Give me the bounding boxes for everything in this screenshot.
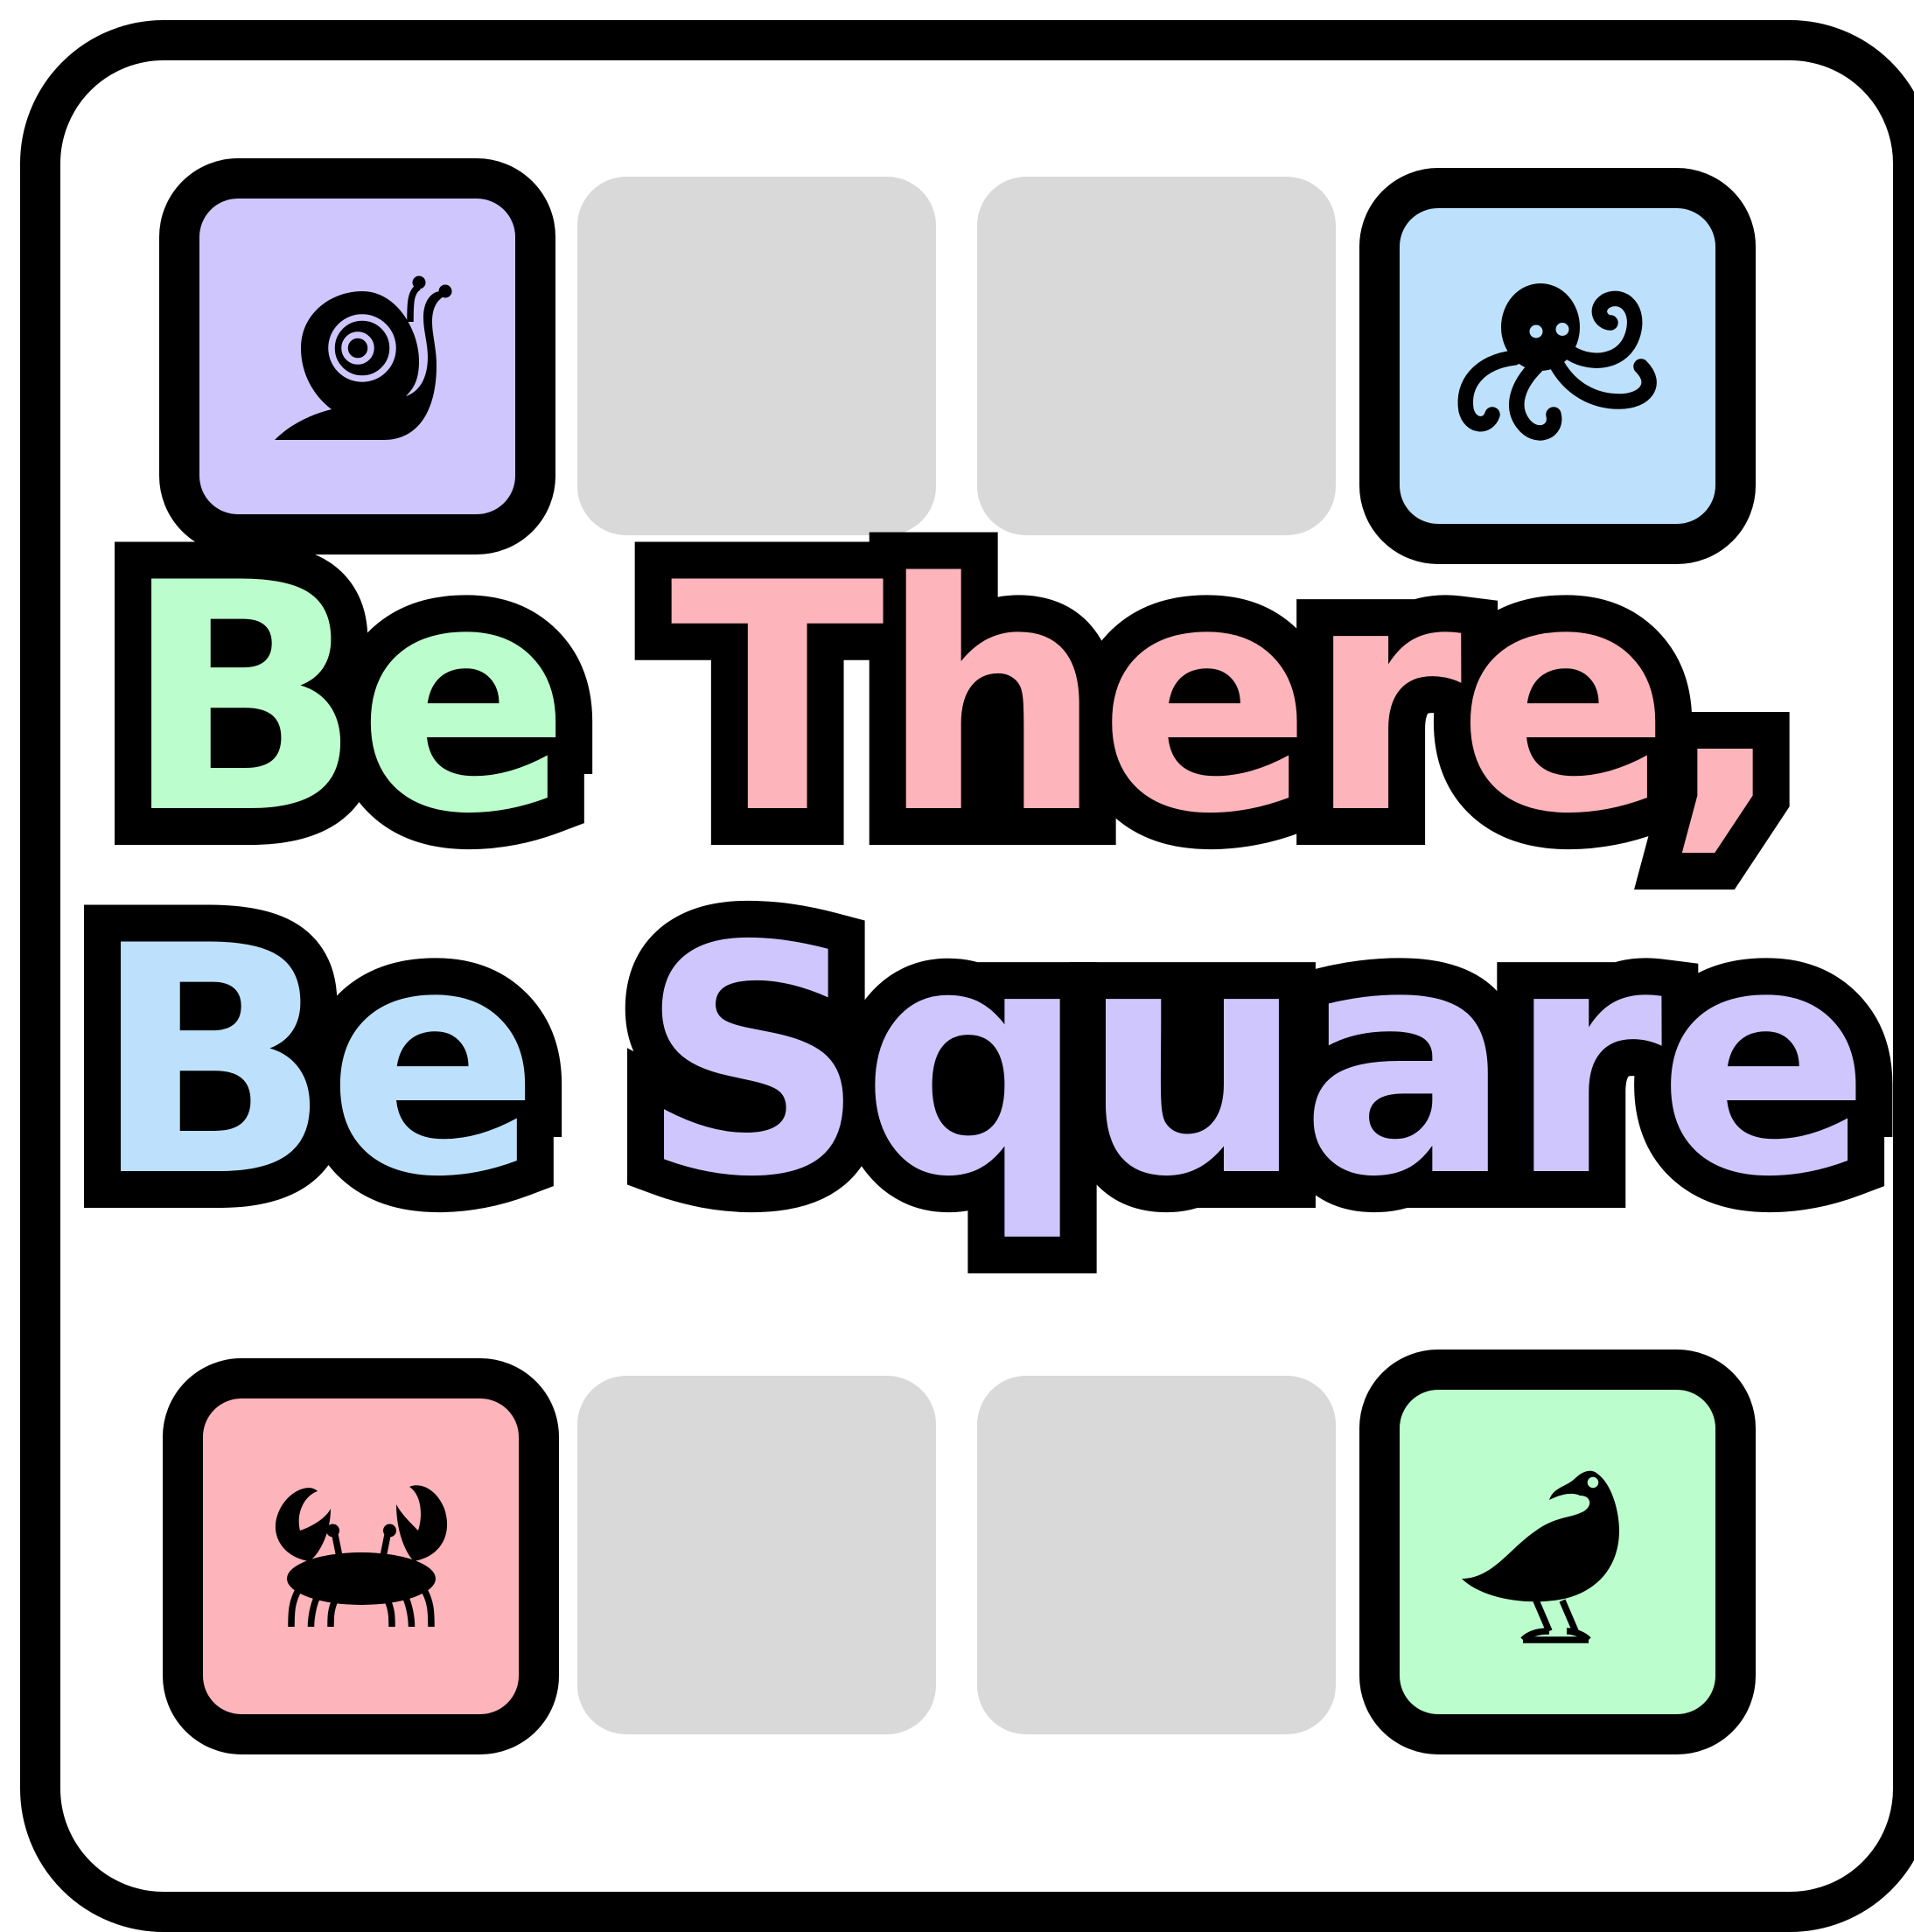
title-word-be-1: Be: [86, 506, 607, 894]
title-word-there: There,: [633, 506, 1822, 894]
crab-icon: [275, 1484, 447, 1627]
title-line-1: Be There,: [86, 506, 1914, 894]
tile-bird[interactable]: [1359, 1350, 1756, 1754]
bird-icon: [1461, 1470, 1619, 1643]
title-word-square: Square: [603, 868, 1908, 1257]
title-word-be-2: Be: [55, 868, 576, 1257]
tile-octopus[interactable]: [1359, 168, 1756, 564]
title-space: [535, 879, 639, 1245]
title-space: [566, 516, 670, 882]
title-line-2: Be Square: [55, 868, 1914, 1257]
octopus-icon: [1457, 282, 1657, 440]
empty-slot[interactable]: [577, 177, 936, 535]
empty-slot[interactable]: [977, 1376, 1336, 1734]
tile-snail[interactable]: [159, 158, 555, 554]
snail-icon: [274, 276, 451, 440]
empty-slot[interactable]: [977, 177, 1336, 535]
tile-crab[interactable]: [163, 1358, 559, 1754]
empty-slot[interactable]: [577, 1376, 936, 1734]
